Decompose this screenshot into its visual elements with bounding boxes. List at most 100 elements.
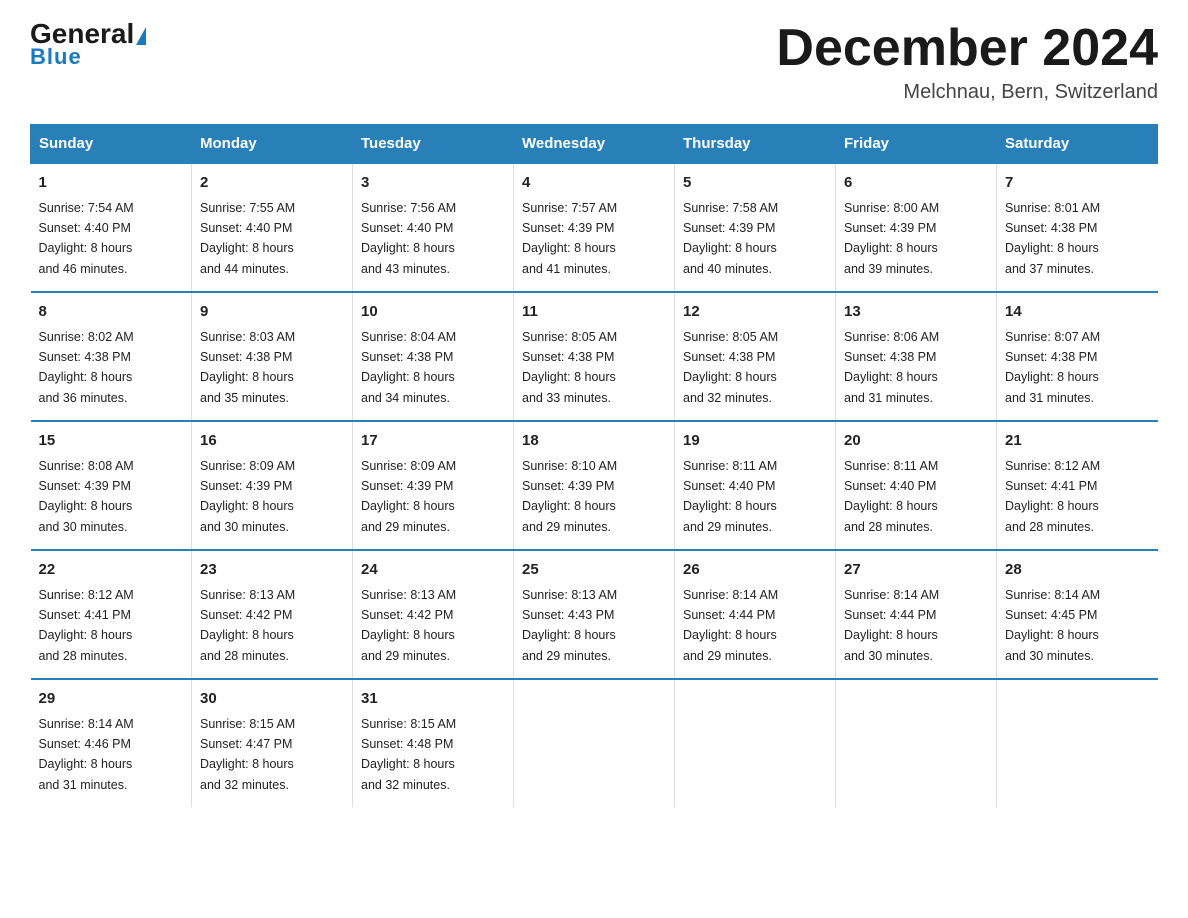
day-info: Sunrise: 8:15 AMSunset: 4:48 PMDaylight:… — [361, 717, 456, 792]
col-header-monday: Monday — [192, 125, 353, 164]
calendar-cell: 18 Sunrise: 8:10 AMSunset: 4:39 PMDayligh… — [514, 421, 675, 550]
calendar-cell: 22 Sunrise: 8:12 AMSunset: 4:41 PMDayligh… — [31, 550, 192, 679]
calendar-cell — [514, 679, 675, 807]
calendar-week-row: 22 Sunrise: 8:12 AMSunset: 4:41 PMDayligh… — [31, 550, 1158, 679]
day-number: 8 — [39, 301, 184, 324]
day-number: 9 — [200, 301, 344, 324]
day-info: Sunrise: 8:02 AMSunset: 4:38 PMDaylight:… — [39, 330, 134, 405]
logo: General Blue — [30, 20, 146, 70]
day-info: Sunrise: 7:58 AMSunset: 4:39 PMDaylight:… — [683, 201, 778, 276]
day-number: 11 — [522, 301, 666, 324]
day-number: 29 — [39, 688, 184, 711]
calendar-cell: 13Sunrise: 8:06 AMSunset: 4:38 PMDayligh… — [836, 292, 997, 421]
calendar-cell: 14 Sunrise: 8:07 AMSunset: 4:38 PMDayligh… — [997, 292, 1158, 421]
day-info: Sunrise: 8:10 AMSunset: 4:39 PMDaylight:… — [522, 459, 617, 534]
day-info: Sunrise: 8:06 AMSunset: 4:38 PMDaylight:… — [844, 330, 939, 405]
day-info: Sunrise: 8:13 AMSunset: 4:43 PMDaylight:… — [522, 588, 617, 663]
calendar-cell: 28Sunrise: 8:14 AMSunset: 4:45 PMDayligh… — [997, 550, 1158, 679]
day-number: 18 — [522, 430, 666, 453]
calendar-cell: 4 Sunrise: 7:57 AMSunset: 4:39 PMDaylight… — [514, 163, 675, 292]
calendar-cell: 19 Sunrise: 8:11 AMSunset: 4:40 PMDayligh… — [675, 421, 836, 550]
day-number: 12 — [683, 301, 827, 324]
calendar-cell: 11Sunrise: 8:05 AMSunset: 4:38 PMDayligh… — [514, 292, 675, 421]
calendar-cell: 21Sunrise: 8:12 AMSunset: 4:41 PMDayligh… — [997, 421, 1158, 550]
calendar-cell: 1 Sunrise: 7:54 AMSunset: 4:40 PMDaylight… — [31, 163, 192, 292]
day-number: 15 — [39, 430, 184, 453]
day-number: 1 — [39, 172, 184, 195]
day-info: Sunrise: 8:00 AMSunset: 4:39 PMDaylight:… — [844, 201, 939, 276]
col-header-thursday: Thursday — [675, 125, 836, 164]
day-number: 16 — [200, 430, 344, 453]
col-header-friday: Friday — [836, 125, 997, 164]
calendar-cell — [997, 679, 1158, 807]
day-info: Sunrise: 7:54 AMSunset: 4:40 PMDaylight:… — [39, 201, 134, 276]
day-number: 26 — [683, 559, 827, 582]
calendar-week-row: 1 Sunrise: 7:54 AMSunset: 4:40 PMDaylight… — [31, 163, 1158, 292]
calendar-week-row: 15 Sunrise: 8:08 AMSunset: 4:39 PMDayligh… — [31, 421, 1158, 550]
calendar-cell: 3 Sunrise: 7:56 AMSunset: 4:40 PMDaylight… — [353, 163, 514, 292]
col-header-sunday: Sunday — [31, 125, 192, 164]
day-number: 2 — [200, 172, 344, 195]
logo-triangle-icon — [136, 27, 146, 45]
page-header: General Blue December 2024 Melchnau, Ber… — [30, 20, 1158, 104]
day-info: Sunrise: 8:01 AMSunset: 4:38 PMDaylight:… — [1005, 201, 1100, 276]
day-number: 14 — [1005, 301, 1150, 324]
logo-blue: Blue — [30, 44, 82, 70]
day-info: Sunrise: 8:09 AMSunset: 4:39 PMDaylight:… — [361, 459, 456, 534]
title-block: December 2024 Melchnau, Bern, Switzerlan… — [776, 20, 1158, 104]
day-number: 19 — [683, 430, 827, 453]
calendar-cell: 2Sunrise: 7:55 AMSunset: 4:40 PMDaylight… — [192, 163, 353, 292]
day-info: Sunrise: 8:14 AMSunset: 4:44 PMDaylight:… — [844, 588, 939, 663]
calendar-cell: 26 Sunrise: 8:14 AMSunset: 4:44 PMDayligh… — [675, 550, 836, 679]
calendar-cell: 6 Sunrise: 8:00 AMSunset: 4:39 PMDaylight… — [836, 163, 997, 292]
month-title: December 2024 — [776, 20, 1158, 77]
day-info: Sunrise: 8:09 AMSunset: 4:39 PMDaylight:… — [200, 459, 295, 534]
day-number: 25 — [522, 559, 666, 582]
calendar-cell — [675, 679, 836, 807]
calendar-cell: 31Sunrise: 8:15 AMSunset: 4:48 PMDayligh… — [353, 679, 514, 807]
day-number: 17 — [361, 430, 505, 453]
day-info: Sunrise: 8:08 AMSunset: 4:39 PMDaylight:… — [39, 459, 134, 534]
day-number: 5 — [683, 172, 827, 195]
calendar-week-row: 8 Sunrise: 8:02 AMSunset: 4:38 PMDaylight… — [31, 292, 1158, 421]
calendar-header-row: SundayMondayTuesdayWednesdayThursdayFrid… — [31, 125, 1158, 164]
day-info: Sunrise: 8:12 AMSunset: 4:41 PMDaylight:… — [39, 588, 134, 663]
day-info: Sunrise: 8:07 AMSunset: 4:38 PMDaylight:… — [1005, 330, 1100, 405]
day-number: 28 — [1005, 559, 1150, 582]
day-number: 27 — [844, 559, 988, 582]
calendar-cell: 25 Sunrise: 8:13 AMSunset: 4:43 PMDayligh… — [514, 550, 675, 679]
location: Melchnau, Bern, Switzerland — [776, 81, 1158, 104]
calendar-cell: 12 Sunrise: 8:05 AMSunset: 4:38 PMDayligh… — [675, 292, 836, 421]
calendar-cell: 9Sunrise: 8:03 AMSunset: 4:38 PMDaylight… — [192, 292, 353, 421]
day-info: Sunrise: 8:13 AMSunset: 4:42 PMDaylight:… — [200, 588, 295, 663]
calendar-cell: 15 Sunrise: 8:08 AMSunset: 4:39 PMDayligh… — [31, 421, 192, 550]
col-header-saturday: Saturday — [997, 125, 1158, 164]
day-number: 10 — [361, 301, 505, 324]
day-info: Sunrise: 8:14 AMSunset: 4:44 PMDaylight:… — [683, 588, 778, 663]
calendar-cell: 5 Sunrise: 7:58 AMSunset: 4:39 PMDaylight… — [675, 163, 836, 292]
day-number: 20 — [844, 430, 988, 453]
calendar-cell: 7 Sunrise: 8:01 AMSunset: 4:38 PMDaylight… — [997, 163, 1158, 292]
day-number: 4 — [522, 172, 666, 195]
day-number: 7 — [1005, 172, 1150, 195]
day-info: Sunrise: 7:57 AMSunset: 4:39 PMDaylight:… — [522, 201, 617, 276]
day-info: Sunrise: 8:11 AMSunset: 4:40 PMDaylight:… — [844, 459, 938, 534]
day-number: 22 — [39, 559, 184, 582]
col-header-wednesday: Wednesday — [514, 125, 675, 164]
day-info: Sunrise: 8:05 AMSunset: 4:38 PMDaylight:… — [683, 330, 778, 405]
calendar-cell: 20 Sunrise: 8:11 AMSunset: 4:40 PMDayligh… — [836, 421, 997, 550]
calendar-table: SundayMondayTuesdayWednesdayThursdayFrid… — [30, 124, 1158, 807]
day-number: 24 — [361, 559, 505, 582]
day-info: Sunrise: 8:11 AMSunset: 4:40 PMDaylight:… — [683, 459, 777, 534]
day-number: 30 — [200, 688, 344, 711]
day-number: 23 — [200, 559, 344, 582]
calendar-cell — [836, 679, 997, 807]
calendar-cell: 24Sunrise: 8:13 AMSunset: 4:42 PMDayligh… — [353, 550, 514, 679]
day-number: 6 — [844, 172, 988, 195]
col-header-tuesday: Tuesday — [353, 125, 514, 164]
day-info: Sunrise: 7:56 AMSunset: 4:40 PMDaylight:… — [361, 201, 456, 276]
day-number: 3 — [361, 172, 505, 195]
day-info: Sunrise: 8:15 AMSunset: 4:47 PMDaylight:… — [200, 717, 295, 792]
day-info: Sunrise: 8:12 AMSunset: 4:41 PMDaylight:… — [1005, 459, 1100, 534]
day-info: Sunrise: 8:14 AMSunset: 4:46 PMDaylight:… — [39, 717, 134, 792]
